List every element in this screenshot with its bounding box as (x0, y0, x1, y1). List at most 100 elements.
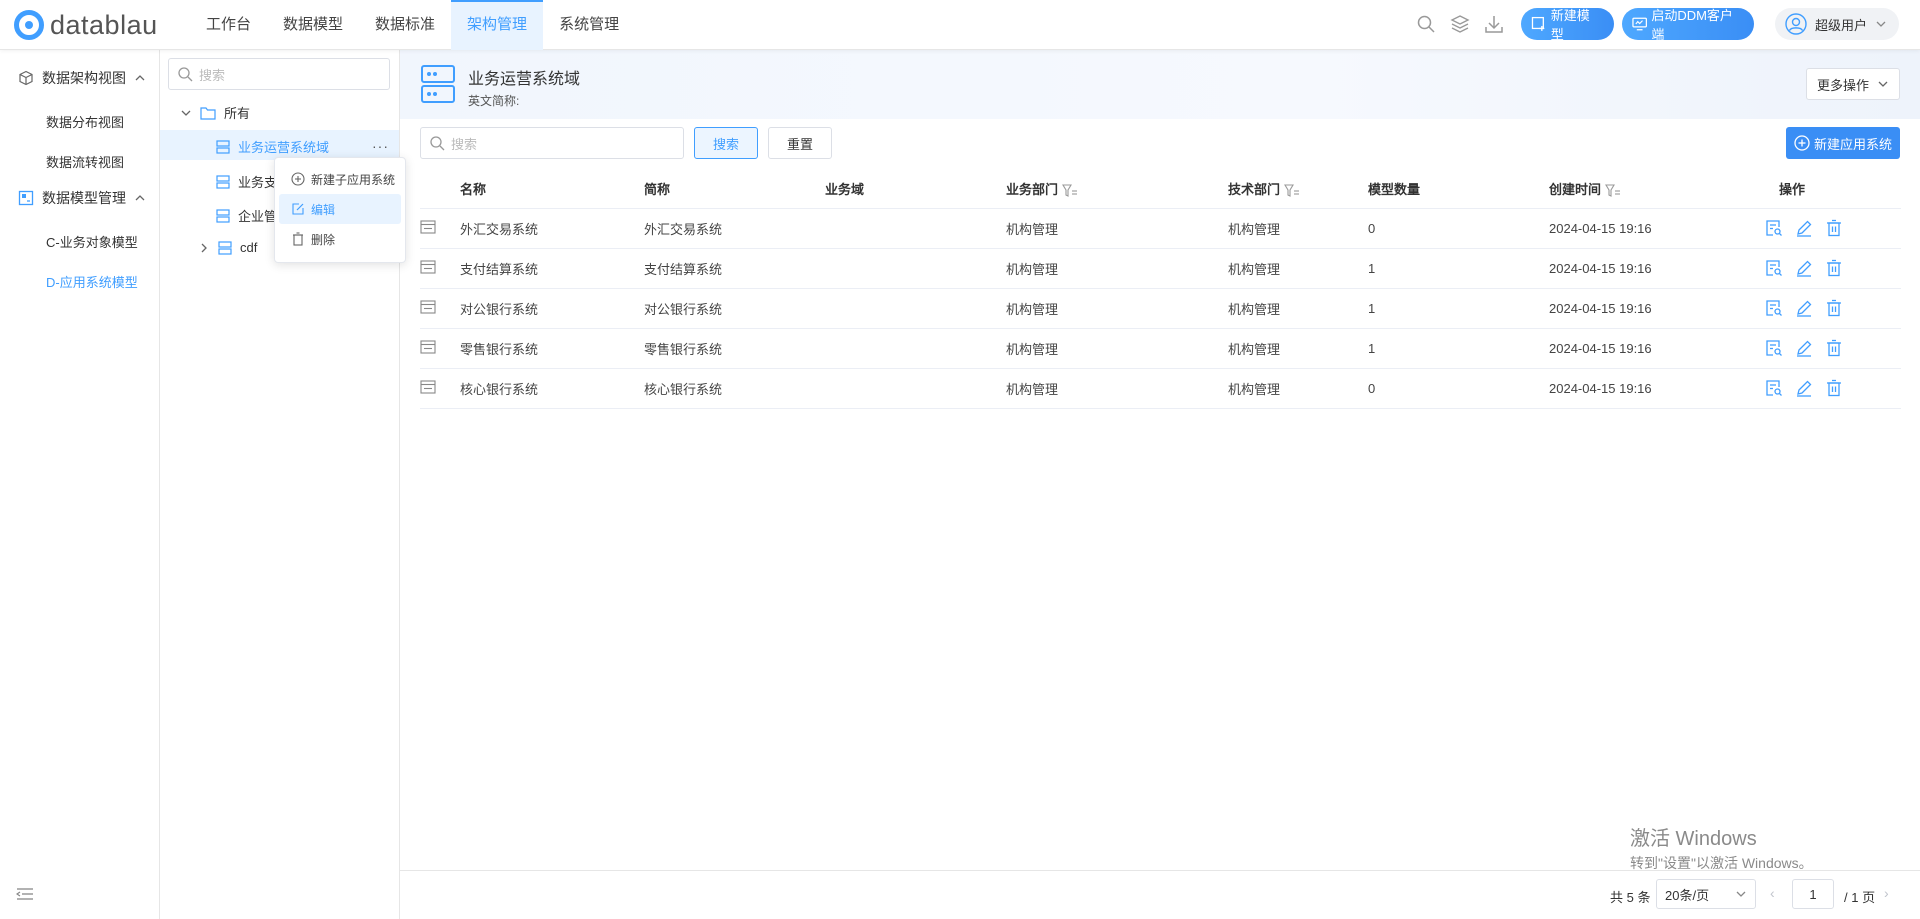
sidebar-item-flow-view[interactable]: 数据流转视图 (46, 152, 124, 171)
col-icon (420, 170, 460, 209)
tree-node-business-payment[interactable]: 业务支 (216, 172, 277, 191)
current-page-input[interactable]: 1 (1792, 879, 1834, 909)
menu-item-label: 新建子应用系统 (311, 172, 396, 187)
view-detail-icon[interactable] (1765, 339, 1783, 357)
user-menu[interactable]: 超级用户 (1775, 8, 1899, 40)
filter-icon[interactable] (1062, 184, 1078, 198)
trash-icon[interactable] (1825, 379, 1843, 397)
sidebar-group-model-mgmt[interactable]: 数据模型管理 (18, 188, 146, 208)
cell-created-time: 2024-04-15 19:16 (1549, 288, 1765, 329)
domain-header: 业务运营系统域 英文简称: 更多操作 (400, 50, 1920, 119)
tree-search-input[interactable]: 搜索 (168, 58, 390, 90)
table-row[interactable]: 零售银行系统 零售银行系统 机构管理 机构管理 1 2024-04-15 19:16 (420, 328, 1901, 369)
chevron-down-icon (181, 110, 191, 116)
cell-model-count: 0 (1368, 208, 1549, 249)
nav-data-model[interactable]: 数据模型 (267, 0, 359, 50)
prev-page-button[interactable]: ‹ (1770, 885, 1775, 901)
cell-actions (1765, 208, 1901, 249)
monitor-icon (1632, 17, 1647, 31)
edit-icon[interactable] (1795, 259, 1813, 277)
edit-icon[interactable] (1795, 339, 1813, 357)
tree-node-more-button[interactable]: ··· (372, 138, 389, 154)
view-detail-icon[interactable] (1765, 379, 1783, 397)
sidebar-item-distribution-view[interactable]: 数据分布视图 (46, 112, 124, 131)
ddm-client-button[interactable]: 启动DDM客户端 (1622, 8, 1754, 42)
tree-node-label: 业务支 (238, 175, 278, 190)
filter-icon[interactable] (1284, 184, 1300, 198)
chevron-down-icon (1736, 891, 1746, 897)
trash-icon[interactable] (1825, 259, 1843, 277)
tree-search-placeholder: 搜索 (199, 67, 226, 83)
menu-item-new-sub-app[interactable]: 新建子应用系统 (279, 164, 401, 194)
cell-business-dept: 机构管理 (1006, 288, 1228, 329)
col-name: 名称 (460, 170, 644, 209)
more-operations-dropdown[interactable]: 更多操作 (1806, 68, 1900, 100)
next-page-button[interactable]: › (1884, 885, 1889, 901)
system-search-input[interactable]: 搜索 (420, 127, 684, 159)
new-model-button[interactable]: 新建模型 (1521, 8, 1614, 42)
domain-node-icon (216, 139, 230, 154)
download-icon[interactable] (1484, 14, 1504, 34)
sidebar-group-arch-view[interactable]: 数据架构视图 (18, 68, 146, 88)
cell-tech-dept: 机构管理 (1228, 288, 1368, 329)
top-bar: datablau 工作台 数据模型 数据标准 架构管理 系统管理 新建模型 启动… (0, 0, 1920, 50)
search-icon[interactable] (1416, 14, 1436, 34)
search-placeholder: 搜索 (451, 136, 478, 152)
chevron-down-icon (1876, 21, 1886, 27)
logo[interactable]: datablau (14, 10, 158, 40)
tree-node-enterprise-mgmt[interactable]: 企业管 (216, 206, 277, 225)
trash-icon[interactable] (1825, 339, 1843, 357)
tree-context-menu: 新建子应用系统 编辑 删除 (274, 157, 406, 263)
trash-icon[interactable] (1825, 219, 1843, 237)
col-abbrev: 简称 (644, 170, 825, 209)
col-tech-dept: 技术部门 (1228, 170, 1368, 209)
cell-name: 核心银行系统 (460, 368, 644, 409)
tree-node-label: 业务运营系统域 (238, 140, 330, 155)
menu-item-edit[interactable]: 编辑 (279, 194, 401, 224)
page-count: / 1 页 (1844, 890, 1876, 905)
nav-system-admin[interactable]: 系统管理 (543, 0, 635, 50)
edit-icon[interactable] (1795, 299, 1813, 317)
collapse-menu-icon[interactable] (16, 887, 34, 901)
page-title: 业务运营系统域 (468, 71, 581, 88)
table-row[interactable]: 外汇交易系统 外汇交易系统 机构管理 机构管理 0 2024-04-15 19:16 (420, 208, 1901, 249)
cell-business-dept: 机构管理 (1006, 368, 1228, 409)
chevron-up-icon (135, 75, 145, 81)
new-model-label: 新建模型 (1550, 8, 1590, 42)
nav-data-standard[interactable]: 数据标准 (359, 0, 451, 50)
edit-icon[interactable] (1795, 379, 1813, 397)
table-row[interactable]: 支付结算系统 支付结算系统 机构管理 机构管理 1 2024-04-15 19:16 (420, 248, 1901, 289)
cell-business-dept: 机构管理 (1006, 208, 1228, 249)
cell-created-time: 2024-04-15 19:16 (1549, 208, 1765, 249)
layers-icon[interactable] (1450, 14, 1470, 34)
view-detail-icon[interactable] (1765, 219, 1783, 237)
edit-icon[interactable] (1795, 219, 1813, 237)
reset-button[interactable]: 重置 (768, 127, 832, 159)
page-size-select[interactable]: 20条/页 (1656, 879, 1756, 909)
tree-node-business-ops-domain[interactable]: 业务运营系统域 (216, 137, 329, 156)
cell-model-count: 1 (1368, 328, 1549, 369)
watermark-line-2: 转到"设置"以激活 Windows。 (1630, 855, 1813, 871)
table-row[interactable]: 核心银行系统 核心银行系统 机构管理 机构管理 0 2024-04-15 19:16 (420, 368, 1901, 409)
nav-workbench[interactable]: 工作台 (190, 0, 267, 50)
menu-item-label: 删除 (311, 232, 336, 247)
logo-text: datablau (50, 10, 158, 40)
domain-node-icon (216, 208, 230, 223)
tree-node-cdf[interactable]: cdf (198, 240, 257, 255)
cell-business-domain (825, 368, 1006, 409)
nav-architecture[interactable]: 架构管理 (451, 0, 544, 50)
sidebar-item-app-system-model[interactable]: D-应用系统模型 (46, 272, 138, 291)
table-row[interactable]: 对公银行系统 对公银行系统 机构管理 机构管理 1 2024-04-15 19:16 (420, 288, 1901, 329)
cell-business-dept: 机构管理 (1006, 248, 1228, 289)
windows-activation-watermark: 激活 Windows 转到"设置"以激活 Windows。 (1630, 822, 1813, 873)
sidebar-item-business-object-model[interactable]: C-业务对象模型 (46, 232, 138, 251)
tree-node-root[interactable]: 所有 (180, 103, 250, 122)
menu-item-delete[interactable]: 删除 (279, 224, 401, 254)
trash-icon[interactable] (1825, 299, 1843, 317)
new-app-system-button[interactable]: 新建应用系统 (1786, 127, 1900, 159)
view-detail-icon[interactable] (1765, 299, 1783, 317)
search-button[interactable]: 搜索 (694, 127, 758, 159)
model-mgmt-icon (18, 190, 34, 206)
filter-icon[interactable] (1605, 184, 1621, 198)
view-detail-icon[interactable] (1765, 259, 1783, 277)
